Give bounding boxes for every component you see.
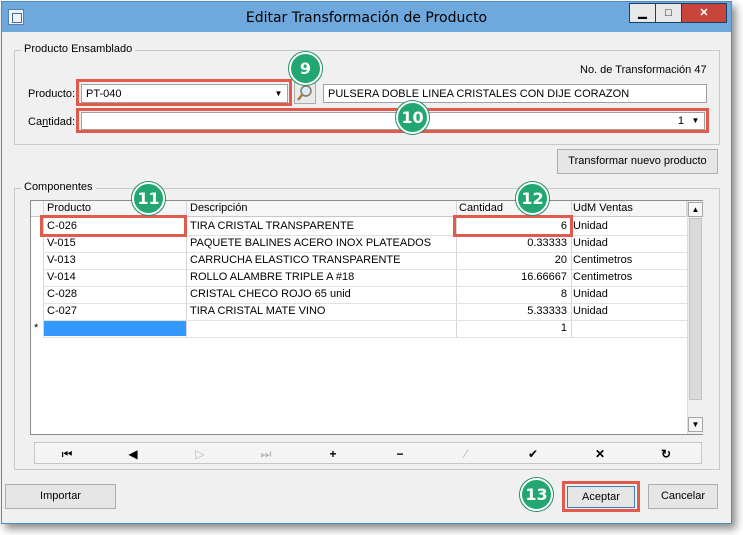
- cell-unit: Unidad: [573, 288, 608, 300]
- cell-description: PAQUETE BALINES ACERO INOX PLATEADOS: [190, 237, 432, 249]
- cell-product[interactable]: C-028: [47, 288, 77, 300]
- assembled-product-legend: Producto Ensamblado: [21, 43, 136, 55]
- callout-badge-13: 13: [520, 478, 553, 511]
- new-table-row[interactable]: * 1: [31, 320, 687, 337]
- insert-record-icon[interactable]: +: [323, 447, 343, 461]
- highlight-quantity-cell: [453, 215, 573, 237]
- cell-quantity[interactable]: 8: [457, 288, 567, 300]
- table-row[interactable]: V-015 PAQUETE BALINES ACERO INOX PLATEAD…: [31, 235, 687, 252]
- column-header-quantity[interactable]: Cantidad: [459, 202, 503, 214]
- grid-vertical-scrollbar[interactable]: ▲ ▼: [687, 201, 703, 434]
- cell-unit: Centimetros: [573, 254, 633, 266]
- cell-description: ROLLO ALAMBRE TRIPLE A #18: [190, 271, 355, 283]
- import-button[interactable]: Importar: [5, 484, 116, 509]
- first-record-icon[interactable]: ⏮: [57, 447, 77, 462]
- cell-quantity[interactable]: 1: [457, 322, 567, 334]
- transform-new-product-button[interactable]: Transformar nuevo producto: [557, 149, 718, 174]
- highlight-quantity-select: [76, 108, 709, 133]
- cancel-button[interactable]: Cancelar: [648, 484, 718, 509]
- dialog-window: Editar Transformación de Producto ▁ □ ✕ …: [1, 1, 732, 524]
- cell-quantity[interactable]: 5.33333: [457, 305, 567, 317]
- table-row[interactable]: V-013 CARRUCHA ELASTICO TRANSPARENTE 20 …: [31, 252, 687, 269]
- cell-product[interactable]: C-027: [47, 305, 77, 317]
- callout-badge-9: 9: [289, 52, 322, 85]
- next-record-icon[interactable]: ▷: [190, 447, 210, 461]
- new-row-marker: *: [34, 322, 39, 334]
- cancel-record-icon[interactable]: ✕: [590, 447, 610, 461]
- cell-quantity[interactable]: 0.33333: [457, 237, 567, 249]
- search-product-button[interactable]: [294, 82, 316, 104]
- last-record-icon[interactable]: ⏭: [256, 447, 276, 462]
- callout-badge-10: 10: [396, 101, 429, 134]
- cell-description: TIRA CRISTAL TRANSPARENTE: [190, 220, 355, 232]
- cell-unit: Unidad: [573, 220, 608, 232]
- scroll-down-button[interactable]: ▼: [688, 417, 703, 432]
- callout-badge-11: 11: [132, 182, 165, 215]
- delete-record-icon[interactable]: −: [390, 447, 410, 461]
- table-row[interactable]: C-027 TIRA CRISTAL MATE VINO 5.33333 Uni…: [31, 303, 687, 320]
- cell-unit: Unidad: [573, 305, 608, 317]
- refresh-icon[interactable]: ↻: [656, 447, 676, 461]
- minimize-button[interactable]: ▁: [629, 3, 656, 23]
- highlight-product-cell: [40, 215, 187, 237]
- cell-product[interactable]: V-015: [47, 237, 76, 249]
- column-header-description[interactable]: Descripción: [190, 202, 247, 214]
- highlight-product-select: [76, 79, 292, 106]
- prior-record-icon[interactable]: ◀: [123, 447, 143, 461]
- product-description-field[interactable]: PULSERA DOBLE LINEA CRISTALES CON DIJE C…: [323, 84, 707, 103]
- cell-description: CRISTAL CHECO ROJO 65 unid: [190, 288, 351, 300]
- scroll-thumb[interactable]: [689, 218, 702, 400]
- transform-number-label: No. de Transformación 47: [580, 64, 707, 76]
- highlight-accept-button: [562, 481, 640, 512]
- column-header-unit[interactable]: UdM Ventas: [573, 202, 633, 214]
- window-title: Editar Transformación de Producto: [245, 10, 488, 26]
- grid-navigator: ⏮ ◀ ▷ ⏭ + − ⁄ ✔ ✕ ↻: [34, 442, 702, 464]
- product-label: Producto:: [28, 88, 76, 100]
- components-legend: Componentes: [21, 181, 96, 193]
- cell-unit: Centimetros: [573, 271, 633, 283]
- cell-quantity[interactable]: 20: [457, 254, 567, 266]
- cell-description: CARRUCHA ELASTICO TRANSPARENTE: [190, 254, 401, 266]
- title-bar[interactable]: Editar Transformación de Producto ▁ □ ✕: [2, 2, 731, 32]
- table-row[interactable]: V-014 ROLLO ALAMBRE TRIPLE A #18 16.6666…: [31, 269, 687, 286]
- maximize-button[interactable]: □: [655, 3, 682, 23]
- close-button[interactable]: ✕: [681, 3, 727, 23]
- cell-description: TIRA CRISTAL MATE VINO: [190, 305, 326, 317]
- cell-quantity[interactable]: 16.66667: [457, 271, 567, 283]
- edit-record-icon[interactable]: ⁄: [456, 447, 476, 461]
- scroll-up-button[interactable]: ▲: [688, 202, 703, 217]
- search-icon: [297, 85, 312, 101]
- post-record-icon[interactable]: ✔: [523, 447, 543, 461]
- transform-number: 47: [694, 64, 707, 76]
- cell-unit: Unidad: [573, 237, 608, 249]
- cell-product[interactable]: V-014: [47, 271, 76, 283]
- quantity-label: Cantidad:: [28, 116, 76, 128]
- cell-product[interactable]: V-013: [47, 254, 76, 266]
- callout-badge-12: 12: [516, 182, 549, 215]
- selected-new-product-cell[interactable]: [44, 321, 186, 336]
- table-row[interactable]: C-028 CRISTAL CHECO ROJO 65 unid 8 Unida…: [31, 286, 687, 303]
- column-header-product[interactable]: Producto: [47, 202, 91, 214]
